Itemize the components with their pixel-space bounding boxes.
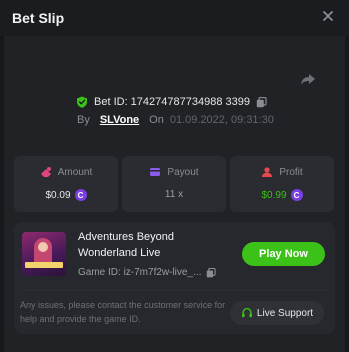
amount-label: Amount xyxy=(57,166,93,178)
support-note: Any issues, please contact the customer … xyxy=(20,300,226,324)
game-title-line2: Wonderland Live xyxy=(78,247,161,259)
game-id-row: Game ID: iz-7m7f2w-live_... xyxy=(78,267,217,278)
bet-date: 01.09.2022, 09:31:30 xyxy=(169,114,274,126)
amount-value: $0.09 xyxy=(45,189,71,201)
bet-id: Bet ID: 174274787734988 3399 xyxy=(94,96,250,108)
headset-icon xyxy=(241,307,252,318)
page-title: Bet Slip xyxy=(12,10,65,26)
divider xyxy=(22,290,327,291)
copy-icon[interactable] xyxy=(256,96,267,108)
payout-label: Payout xyxy=(167,166,199,178)
game-thumbnail[interactable] xyxy=(22,232,66,276)
shield-check-icon xyxy=(77,96,87,108)
payout-card: Payout 11 x xyxy=(122,156,226,212)
header: Bet Slip xyxy=(0,0,349,36)
bet-meta-row: By SLVone On 01.09.2022, 09:31:30 xyxy=(77,114,274,126)
payout-value: 11 x xyxy=(164,189,184,200)
live-support-button[interactable]: Live Support xyxy=(230,301,324,325)
profit-card: Profit $0.99 C xyxy=(230,156,334,212)
game-id: Game ID: iz-7m7f2w-live_... xyxy=(78,267,202,278)
play-now-button[interactable]: Play Now xyxy=(242,242,325,266)
live-support-label: Live Support xyxy=(256,307,314,319)
profit-label: Profit xyxy=(279,166,303,178)
coin-icon: C xyxy=(290,189,303,201)
amount-card: Amount $0.09 C xyxy=(14,156,118,212)
user-link[interactable]: SLVone xyxy=(100,114,139,126)
game-title[interactable]: Adventures Beyond Wonderland Live xyxy=(78,229,208,261)
close-icon[interactable] xyxy=(321,9,335,23)
game-title-line1: Adventures Beyond xyxy=(78,231,175,243)
copy-icon[interactable] xyxy=(206,267,217,278)
on-label: On xyxy=(149,114,164,126)
bet-id-row: Bet ID: 174274787734988 3399 xyxy=(76,95,267,109)
amount-icon xyxy=(40,167,51,177)
game-card: Adventures Beyond Wonderland Live Game I… xyxy=(14,222,335,334)
profit-value: $0.99 xyxy=(261,189,287,201)
payout-icon xyxy=(150,168,161,176)
share-icon[interactable] xyxy=(300,71,316,87)
profit-icon xyxy=(262,167,273,177)
coin-icon: C xyxy=(74,189,87,201)
by-label: By xyxy=(77,114,90,126)
